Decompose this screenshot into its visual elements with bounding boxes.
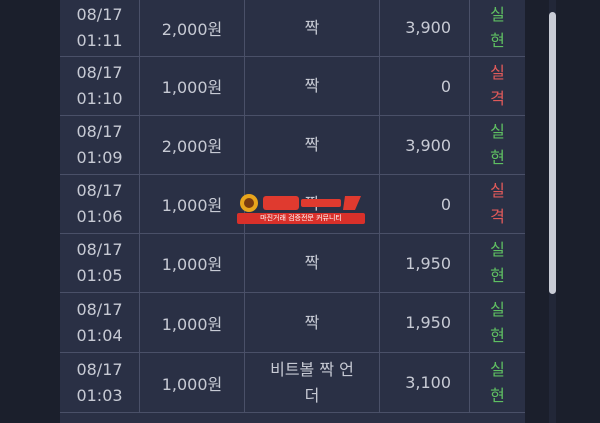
date-text: 08/17: [76, 63, 123, 82]
amount-cell: 2,000원: [140, 0, 245, 56]
pick-cell: 짝: [245, 116, 380, 174]
watermark-logo: 마진거래 검증전문 커뮤니티: [237, 193, 365, 229]
time-text: 01:04: [76, 325, 123, 345]
result-text-line2: 격: [490, 207, 505, 226]
date-text: 08/17: [76, 240, 123, 259]
result-text-line1: 실: [490, 4, 505, 24]
time-cell: 08/17 01:03: [60, 353, 140, 412]
amount-cell: 1,000원: [140, 234, 245, 292]
result-text-line2: 격: [490, 89, 505, 108]
watermark-text: 마진거래 검증전문 커뮤니티: [237, 213, 365, 224]
payout-cell: 3,900: [380, 0, 470, 56]
time-text: 01:10: [76, 89, 123, 108]
time-text: 01:11: [76, 30, 123, 50]
pick-cell: 짝: [245, 234, 380, 292]
result-text-line1: 실: [490, 63, 505, 82]
result-cell: 실 현: [470, 0, 525, 56]
pick-text-line1: 비트볼 짝 언: [270, 359, 354, 379]
pick-text-line1: 짝: [304, 253, 320, 272]
result-text-line1: 실: [490, 240, 505, 259]
time-cell: 08/17 01:11: [60, 0, 140, 56]
time-text: 01:06: [76, 207, 123, 226]
time-cell: 08/17 01:10: [60, 57, 140, 115]
date-text: 08/17: [76, 4, 123, 24]
result-text-line1: 실: [490, 299, 505, 319]
table-row: 08/17 01:04 1,000원 짝 1,950 실 현: [60, 293, 525, 353]
amount-cell: 1,000원: [140, 353, 245, 412]
table-row: 08/17 01:05 1,000원 짝 1,950 실 현: [60, 234, 525, 293]
result-text-line1: 실: [490, 122, 505, 141]
result-cell: 실 현: [470, 116, 525, 174]
time-cell: 08/17 01:09: [60, 116, 140, 174]
result-text-line2: 현: [490, 385, 505, 405]
time-cell: 08/17 01:06: [60, 175, 140, 233]
payout-cell: 1,950: [380, 293, 470, 352]
pick-text-line1: 짝: [304, 76, 320, 95]
pick-cell: 비트볼 짝 언 더: [245, 353, 380, 412]
amount-cell: 1,000원: [140, 293, 245, 352]
pick-text-line1: 짝: [304, 312, 320, 332]
payout-cell: 0: [380, 175, 470, 233]
result-text-line2: 현: [490, 148, 505, 167]
result-cell: 실 현: [470, 234, 525, 292]
result-text-line1: 실: [490, 359, 505, 379]
pick-cell: 짝: [245, 293, 380, 352]
date-text: 08/17: [76, 122, 123, 141]
payout-cell: 3,900: [380, 116, 470, 174]
result-text-line2: 현: [490, 266, 505, 285]
table-row: 08/17 01:11 2,000원 짝 3,900 실 현: [60, 0, 525, 57]
result-text-line1: 실: [490, 181, 505, 200]
date-text: 08/17: [76, 359, 123, 379]
time-cell: 08/17 01:05: [60, 234, 140, 292]
payout-cell: 1,950: [380, 234, 470, 292]
result-cell: 실 현: [470, 353, 525, 412]
scrollbar-thumb[interactable]: [549, 12, 556, 294]
time-cell: 08/17 01:04: [60, 293, 140, 352]
date-text: 08/17: [76, 299, 123, 319]
result-cell: 실 격: [470, 57, 525, 115]
result-cell: 실 현: [470, 293, 525, 352]
result-text-line2: 현: [490, 325, 505, 345]
amount-cell: 2,000원: [140, 116, 245, 174]
result-cell: 실 격: [470, 175, 525, 233]
payout-cell: 3,100: [380, 353, 470, 412]
time-text: 01:03: [76, 385, 123, 405]
table-row: 08/17 01:10 1,000원 짝 0 실 격: [60, 57, 525, 116]
payout-cell: 0: [380, 57, 470, 115]
result-text-line2: 현: [490, 30, 505, 50]
time-text: 01:09: [76, 148, 123, 167]
pick-text-line1: 짝: [304, 17, 320, 37]
time-text: 01:05: [76, 266, 123, 285]
watermark-emblem-icon: [240, 194, 361, 212]
pick-cell: 짝: [245, 57, 380, 115]
amount-cell: 1,000원: [140, 175, 245, 233]
amount-cell: 1,000원: [140, 57, 245, 115]
table-row: 08/17 01:09 2,000원 짝 3,900 실 현: [60, 116, 525, 175]
table-row: 08/17 01:03 1,000원 비트볼 짝 언 더 3,100 실 현: [60, 353, 525, 413]
date-text: 08/17: [76, 181, 123, 200]
pick-cell: 짝: [245, 0, 380, 56]
pick-text-line1: 짝: [304, 135, 320, 154]
pick-text-line2: 더: [304, 385, 320, 405]
